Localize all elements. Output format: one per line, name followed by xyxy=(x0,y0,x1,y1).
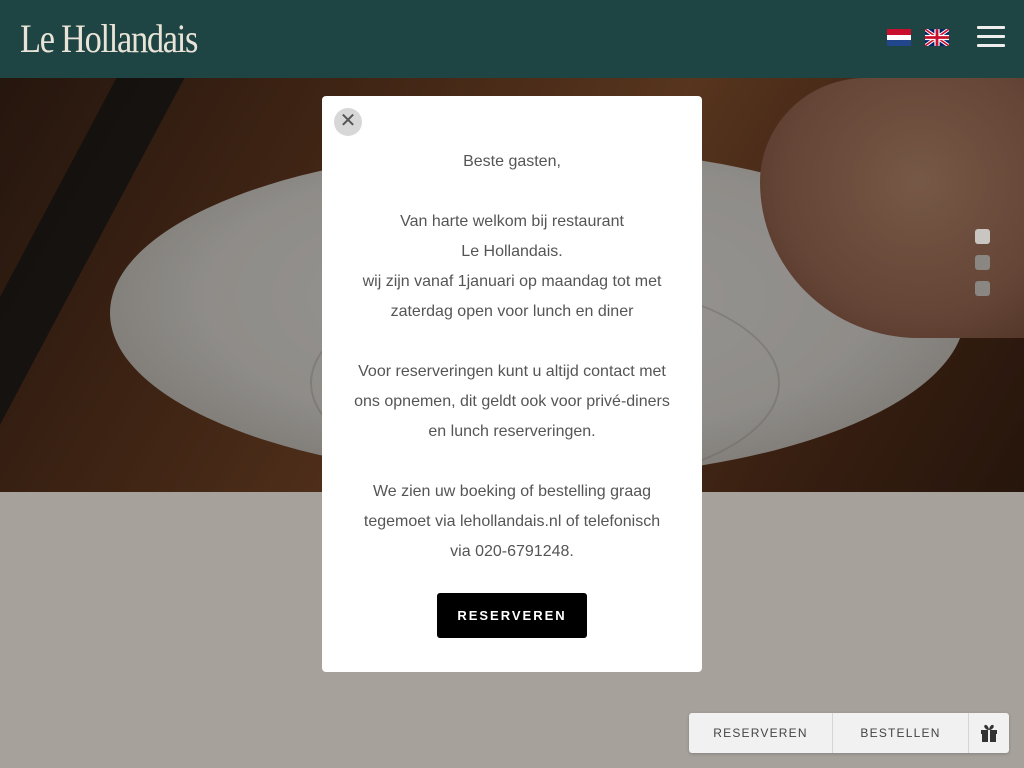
modal-reserve-line-3: en lunch reserveringen. xyxy=(428,423,596,440)
modal-welcome-line-2: Le Hollandais. xyxy=(461,243,563,260)
modal-message: Beste gasten, Van harte welkom bij resta… xyxy=(322,147,702,567)
welcome-modal: ✕ Beste gasten, Van harte welkom bij res… xyxy=(322,96,702,672)
site-header: Le Hollandais xyxy=(0,0,1024,78)
slide-indicators xyxy=(975,229,990,307)
order-button[interactable]: BESTELLEN xyxy=(833,713,969,753)
slide-dot-1[interactable] xyxy=(975,229,990,244)
modal-reserve-button[interactable]: RESERVEREN xyxy=(437,593,587,638)
modal-welcome-line-1: Van harte welkom bij restaurant xyxy=(400,213,624,230)
dutch-flag-icon[interactable] xyxy=(887,29,911,46)
action-bar: RESERVEREN BESTELLEN xyxy=(689,713,1009,753)
modal-welcome-line-3: wij zijn vanaf 1januari op maandag tot m… xyxy=(362,273,662,290)
gift-button[interactable] xyxy=(969,713,1009,753)
modal-reserve-line-1: Voor reserveringen kunt u altijd contact… xyxy=(358,363,666,380)
slide-dot-2[interactable] xyxy=(975,255,990,270)
gift-icon xyxy=(981,724,997,742)
site-logo[interactable]: Le Hollandais xyxy=(20,16,198,62)
reserve-button[interactable]: RESERVEREN xyxy=(689,713,833,753)
modal-closing-line-1: We zien uw boeking of bestelling graag xyxy=(372,483,652,500)
close-icon[interactable]: ✕ xyxy=(334,108,362,136)
uk-flag-icon[interactable] xyxy=(925,29,949,46)
modal-greeting: Beste gasten, xyxy=(463,153,561,170)
slide-dot-3[interactable] xyxy=(975,281,990,296)
modal-closing-line-2: tegemoet via lehollandais.nl of telefoni… xyxy=(363,513,661,530)
hamburger-menu-icon[interactable] xyxy=(977,26,1005,48)
modal-welcome-line-4: zaterdag open voor lunch en diner xyxy=(390,303,634,320)
modal-closing-line-3: via 020-6791248. xyxy=(450,543,574,560)
modal-reserve-line-2: ons opnemen, dit geldt ook voor privé-di… xyxy=(354,393,670,410)
